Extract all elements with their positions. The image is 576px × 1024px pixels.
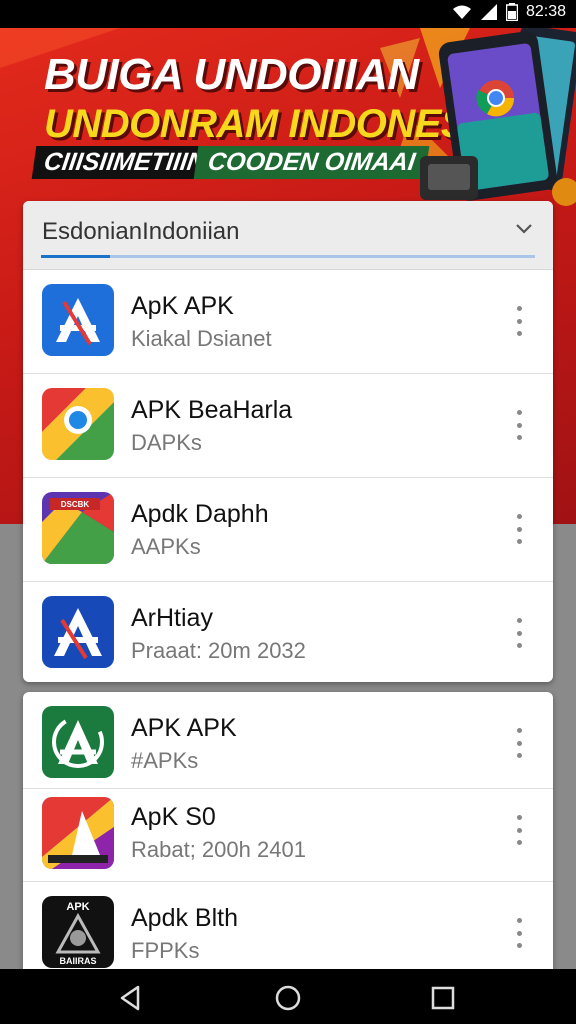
recents-icon[interactable] — [428, 983, 458, 1013]
app-list-item[interactable]: DSCBK Apdk Daphh AAPKs — [23, 478, 553, 582]
chrome-map-icon — [42, 388, 114, 460]
app-list-item[interactable]: ApK APK Kiakal Dsianet — [23, 270, 553, 374]
app-list-item[interactable]: APK BAIIRAS Apdk Blth FPPKs — [23, 882, 553, 982]
more-options-icon[interactable] — [511, 918, 527, 948]
more-options-icon[interactable] — [511, 306, 527, 336]
chevron-down-icon[interactable] — [515, 223, 533, 235]
app-subtitle: #APKs — [131, 748, 199, 773]
app-list-card-secondary: APK APK #APKs ApK S0 Rabat; 200h 2401 AP… — [23, 692, 553, 982]
rainbow-a-icon — [42, 797, 114, 869]
app-subtitle: FPPKs — [131, 938, 200, 963]
apk-black-emblem-icon: APK BAIIRAS — [42, 896, 114, 968]
apk-store-blue-icon — [42, 284, 114, 356]
wifi-icon — [452, 5, 471, 19]
app-list-item[interactable]: ApK S0 Rabat; 200h 2401 — [23, 789, 553, 882]
apk-store-darkblue-icon — [42, 596, 114, 668]
banner-title-line1: BUIGA UNDOIIIAN — [44, 50, 419, 99]
more-options-icon[interactable] — [511, 618, 527, 648]
app-list-item[interactable]: APK BeaHarla DAPKs — [23, 374, 553, 478]
app-name: APK APK — [131, 714, 237, 742]
svg-text:BAIIRAS: BAIIRAS — [59, 956, 96, 966]
app-name: ApK S0 — [131, 803, 216, 831]
more-options-icon[interactable] — [511, 410, 527, 440]
more-options-icon[interactable] — [511, 728, 527, 758]
signal-icon — [480, 4, 497, 20]
app-subtitle: AAPKs — [131, 534, 201, 559]
banner-tag-left: CIIISIIMETIIIN — [31, 146, 218, 179]
app-list-card: EsdonianIndoniian ApK APK Kiakal Dsianet — [23, 201, 553, 682]
apk-green-icon — [42, 706, 114, 778]
back-icon[interactable] — [116, 983, 146, 1013]
status-bar: 82:38 — [0, 0, 576, 28]
status-time: 82:38 — [525, 3, 566, 20]
dropdown-progress-fill — [41, 255, 111, 258]
app-name: APK BeaHarla — [131, 396, 293, 424]
dropdown-progress-track — [41, 255, 535, 258]
app-subtitle: DAPKs — [131, 430, 202, 455]
home-icon[interactable] — [273, 983, 303, 1013]
app-name: ApK APK — [131, 292, 234, 320]
app-subtitle: Praaat: 20m 2032 — [131, 638, 306, 663]
svg-text:DSCBK: DSCBK — [61, 500, 90, 509]
app-list-item[interactable]: APK APK #APKs — [23, 692, 553, 789]
app-subtitle: Rabat; 200h 2401 — [131, 837, 306, 862]
navigation-bar — [0, 969, 576, 1024]
more-options-icon[interactable] — [511, 815, 527, 845]
category-dropdown[interactable]: EsdonianIndoniian — [23, 201, 553, 270]
app-name: Apdk Blth — [131, 904, 239, 932]
battery-icon — [505, 3, 518, 21]
app-list-item[interactable]: ArHtiay Praaat: 20m 2032 — [23, 582, 553, 682]
phones-illustration — [420, 28, 576, 206]
app-name: Apdk Daphh — [131, 500, 269, 528]
app-subtitle: Kiakal Dsianet — [131, 326, 272, 351]
svg-text:APK: APK — [66, 901, 89, 913]
app-name: ArHtiay — [131, 604, 213, 632]
maps-flag-icon: DSCBK — [42, 492, 114, 564]
more-options-icon[interactable] — [511, 514, 527, 544]
dropdown-label: EsdonianIndoniian — [42, 218, 240, 245]
